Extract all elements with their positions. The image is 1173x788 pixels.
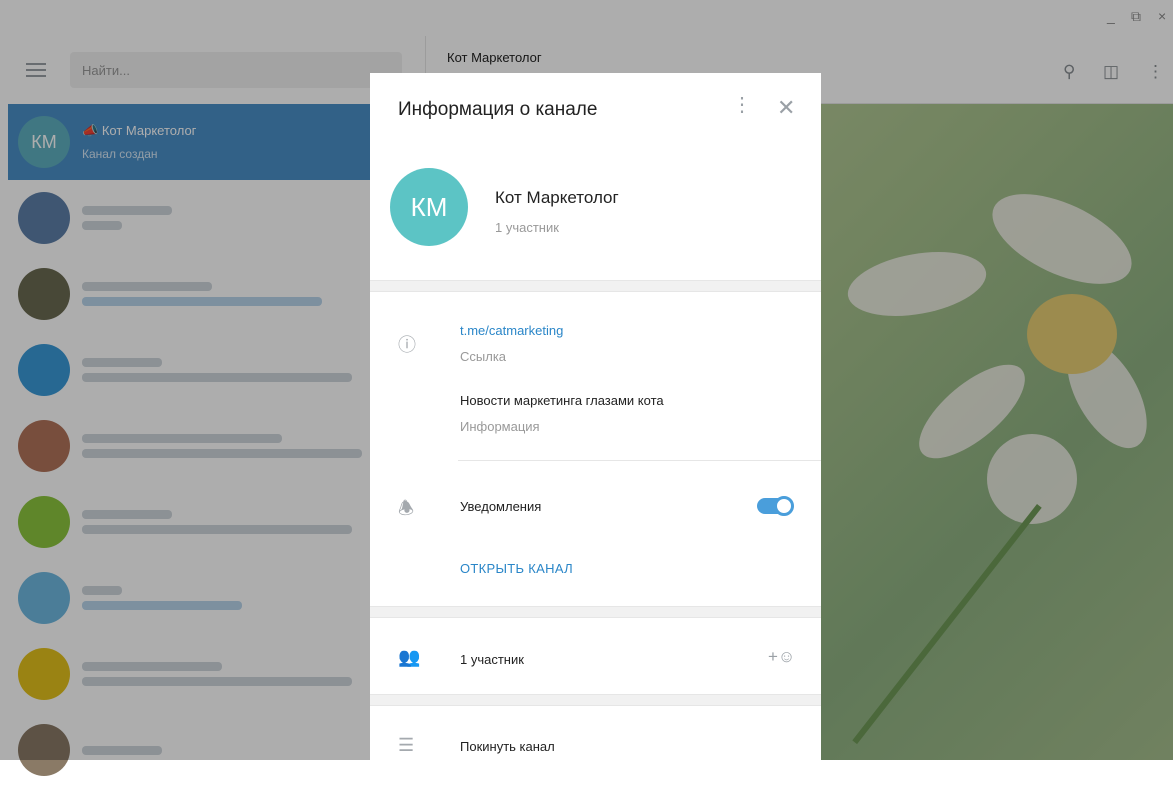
list-icon: ☰	[398, 735, 415, 755]
channel-info-modal: Информация о канале ⋮ ✕ КМ Кот Маркетоло…	[370, 73, 821, 760]
bell-icon: 🕭	[398, 498, 415, 518]
info-icon: ⓘ	[398, 335, 416, 355]
notifications-toggle[interactable]	[757, 496, 794, 516]
more-icon[interactable]: ⋮	[732, 95, 752, 115]
channel-description: Новости маркетинга глазами кота	[460, 393, 664, 408]
link-label: Ссылка	[460, 349, 507, 364]
close-icon[interactable]: ✕	[777, 95, 795, 121]
notifications-label: Уведомления	[460, 499, 542, 514]
section-divider	[370, 280, 821, 292]
section-divider	[370, 694, 821, 706]
channel-avatar[interactable]: КМ	[390, 168, 468, 246]
add-user-icon[interactable]: +☺	[768, 647, 795, 667]
divider	[458, 460, 821, 461]
open-channel-button[interactable]: ОТКРЫТЬ КАНАЛ	[460, 561, 573, 576]
channel-members-count: 1 участник	[495, 220, 559, 235]
leave-channel-button[interactable]: Покинуть канал	[460, 739, 555, 754]
section-divider	[370, 606, 821, 618]
channel-link[interactable]: t.me/catmarketing	[460, 323, 563, 338]
members-icon: 👥	[398, 647, 421, 667]
members-row[interactable]: 1 участник	[460, 652, 524, 667]
modal-title: Информация о канале	[398, 99, 598, 120]
description-label: Информация	[460, 419, 540, 434]
channel-name: Кот Маркетолог	[495, 188, 619, 207]
